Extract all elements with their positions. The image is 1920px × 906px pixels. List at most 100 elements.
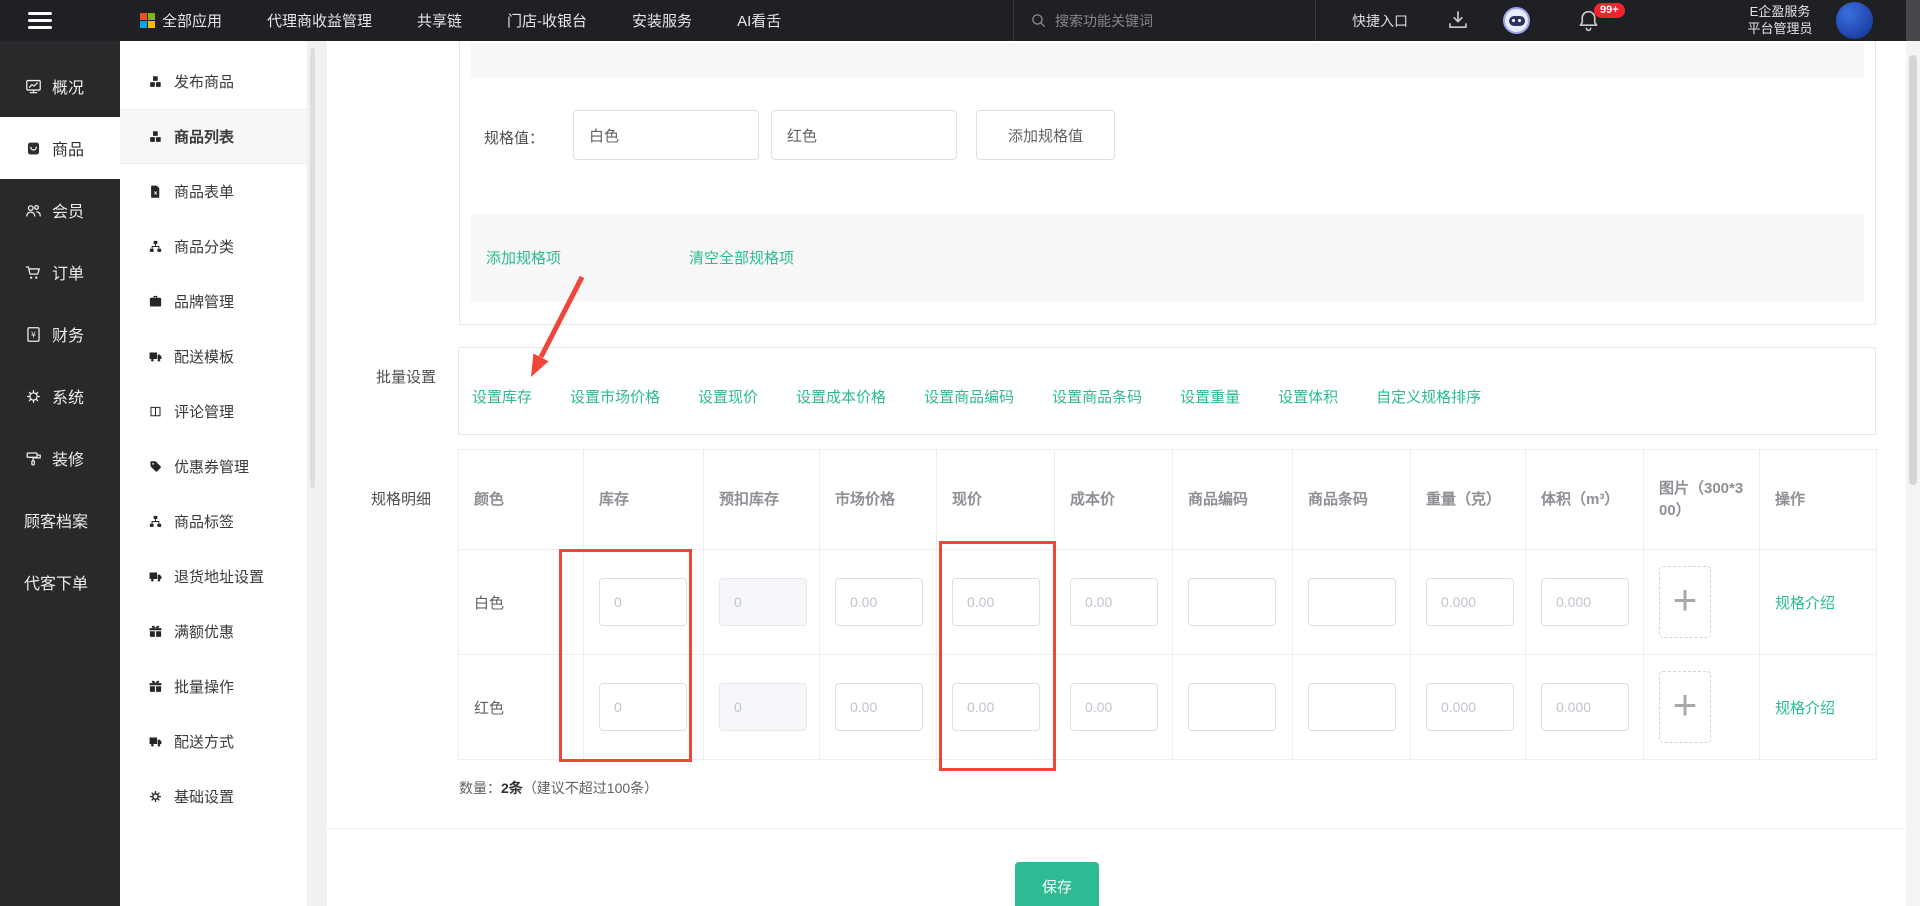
search-input[interactable]: 搜索功能关键词 <box>1013 0 1316 41</box>
col-header-market-price: 市场价格 <box>820 450 937 550</box>
batch-set-volume-link[interactable]: 设置体积 <box>1278 386 1338 407</box>
batch-set-market-price-link[interactable]: 设置市场价格 <box>570 386 660 407</box>
market-price-input-white[interactable] <box>835 578 923 626</box>
spec-intro-link-white[interactable]: 规格介绍 <box>1775 592 1835 613</box>
volume-input-red[interactable] <box>1541 683 1629 731</box>
price-input-red[interactable] <box>952 683 1040 731</box>
volume-input-white[interactable] <box>1541 578 1629 626</box>
image-upload-red[interactable]: + <box>1659 671 1711 743</box>
submenu-item-brand-management[interactable]: 品牌管理 <box>120 274 307 329</box>
batch-set-stock-link[interactable]: 设置库存 <box>472 386 532 407</box>
custom-spec-sort-link[interactable]: 自定义规格排序 <box>1376 386 1481 407</box>
market-price-input-red[interactable] <box>835 683 923 731</box>
save-button[interactable]: 保存 <box>1015 862 1099 906</box>
spec-intro-link-red[interactable]: 规格介绍 <box>1775 697 1835 718</box>
top-menu-install-service[interactable]: 安装服务 <box>632 10 692 31</box>
submenu-item-comment-management[interactable]: 评论管理 <box>120 384 307 439</box>
page-scrollbar-thumb[interactable] <box>1909 55 1917 485</box>
sidebar-item-finance[interactable]: ¥ 财务 <box>0 303 120 365</box>
submenu-item-goods-tag[interactable]: 商品标签 <box>120 494 307 549</box>
truck-icon <box>149 572 162 582</box>
submenu-item-basic-settings[interactable]: 基础设置 <box>120 769 307 824</box>
table-cell <box>584 550 704 655</box>
sidebar-item-members[interactable]: 会员 <box>0 179 120 241</box>
submenu-item-delivery-template[interactable]: 配送模板 <box>120 329 307 384</box>
goods-icon <box>27 142 40 154</box>
cost-price-input-red[interactable] <box>1070 683 1158 731</box>
submenu-item-goods-category[interactable]: 商品分类 <box>120 219 307 274</box>
col-header-item-code: 商品编码 <box>1173 450 1293 550</box>
sidebar-item-system[interactable]: 系统 <box>0 365 120 427</box>
download-icon[interactable] <box>1446 8 1470 32</box>
gift-icon <box>149 680 162 692</box>
orders-icon <box>25 265 40 279</box>
submenu-item-coupon-management[interactable]: 优惠券管理 <box>120 439 307 494</box>
barcode-input-red[interactable] <box>1308 683 1396 731</box>
batch-set-weight-link[interactable]: 设置重量 <box>1180 386 1240 407</box>
col-header-barcode: 商品条码 <box>1293 450 1411 550</box>
sidebar-item-goods[interactable]: 商品 <box>0 117 120 179</box>
sidebar-item-customer-files[interactable]: 顾客档案 <box>0 489 120 551</box>
col-header-weight: 重量（克） <box>1411 450 1526 550</box>
row-red-name: 红色 <box>459 655 584 760</box>
item-code-input-white[interactable] <box>1188 578 1276 626</box>
table-cell <box>1411 550 1526 655</box>
submenu-item-full-discount[interactable]: 满额优惠 <box>120 604 307 659</box>
table-cell: 规格介绍 <box>1760 550 1877 655</box>
spec-value-input-white[interactable] <box>573 110 759 160</box>
batch-set-barcode-link[interactable]: 设置商品条码 <box>1052 386 1142 407</box>
col-header-stock: 库存 <box>584 450 704 550</box>
barcode-input-white[interactable] <box>1308 578 1396 626</box>
batch-set-price-link[interactable]: 设置现价 <box>698 386 758 407</box>
top-menu-ai-tongue[interactable]: AI看舌 <box>737 10 781 31</box>
stock-input-white[interactable] <box>599 578 687 626</box>
add-spec-value-button[interactable]: 添加规格值 <box>976 110 1115 160</box>
plus-icon: + <box>1672 576 1698 623</box>
submenu-item-goods-form[interactable]: x 商品表单 <box>120 164 307 219</box>
submenu-item-publish-goods[interactable]: 发布商品 <box>120 54 307 109</box>
top-menu-share-chain[interactable]: 共享链 <box>417 10 462 31</box>
weight-input-red[interactable] <box>1426 683 1514 731</box>
table-cell: + <box>1644 550 1760 655</box>
submenu-item-delivery-method[interactable]: 配送方式 <box>120 714 307 769</box>
search-icon <box>1032 14 1045 27</box>
withhold-stock-input-white <box>719 578 807 626</box>
avatar[interactable] <box>1836 2 1873 39</box>
top-menu-agent-revenue[interactable]: 代理商收益管理 <box>267 10 372 31</box>
batch-set-cost-price-link[interactable]: 设置成本价格 <box>796 386 886 407</box>
submenu-item-return-address[interactable]: 退货地址设置 <box>120 549 307 604</box>
spec-value-input-red[interactable] <box>771 110 957 160</box>
table-cell <box>937 550 1055 655</box>
submenu-item-batch-operation[interactable]: 批量操作 <box>120 659 307 714</box>
sidebar-item-proxy-order[interactable]: 代客下单 <box>0 551 120 613</box>
panel-scrollbar-thumb[interactable] <box>310 48 315 488</box>
sidebar-item-orders[interactable]: 订单 <box>0 241 120 303</box>
gift-icon <box>149 625 162 637</box>
hamburger-icon[interactable] <box>28 12 52 29</box>
price-input-white[interactable] <box>952 578 1040 626</box>
image-upload-white[interactable]: + <box>1659 566 1711 638</box>
item-code-input-red[interactable] <box>1188 683 1276 731</box>
sidebar-item-decorate[interactable]: 装修 <box>0 427 120 489</box>
members-icon <box>26 204 41 217</box>
svg-text:¥: ¥ <box>31 330 36 339</box>
quick-entry-link[interactable]: 快捷入口 <box>1352 0 1408 41</box>
robot-assistant-icon[interactable] <box>1503 7 1530 34</box>
topbar-scroll-corner <box>1906 0 1920 41</box>
truck-icon <box>149 737 162 747</box>
clear-spec-items-link[interactable]: 清空全部规格项 <box>689 247 794 268</box>
add-spec-item-link[interactable]: 添加规格项 <box>486 247 561 268</box>
table-cell <box>1293 550 1411 655</box>
cost-price-input-white[interactable] <box>1070 578 1158 626</box>
role-name: 平台管理员 <box>1747 21 1813 36</box>
sidebar-item-overview[interactable]: 概况 <box>0 55 120 117</box>
top-menu-all-apps[interactable]: 全部应用 <box>140 10 222 31</box>
submenu-item-goods-list[interactable]: 商品列表 <box>120 109 307 164</box>
table-cell: + <box>1644 655 1760 760</box>
batch-set-item-code-link[interactable]: 设置商品编码 <box>924 386 1014 407</box>
table-cell <box>1526 550 1644 655</box>
stock-input-red[interactable] <box>599 683 687 731</box>
weight-input-white[interactable] <box>1426 578 1514 626</box>
top-menu-store-cashier[interactable]: 门店-收银台 <box>507 10 587 31</box>
account-info[interactable]: E企盈服务 平台管理员 <box>1730 3 1830 37</box>
